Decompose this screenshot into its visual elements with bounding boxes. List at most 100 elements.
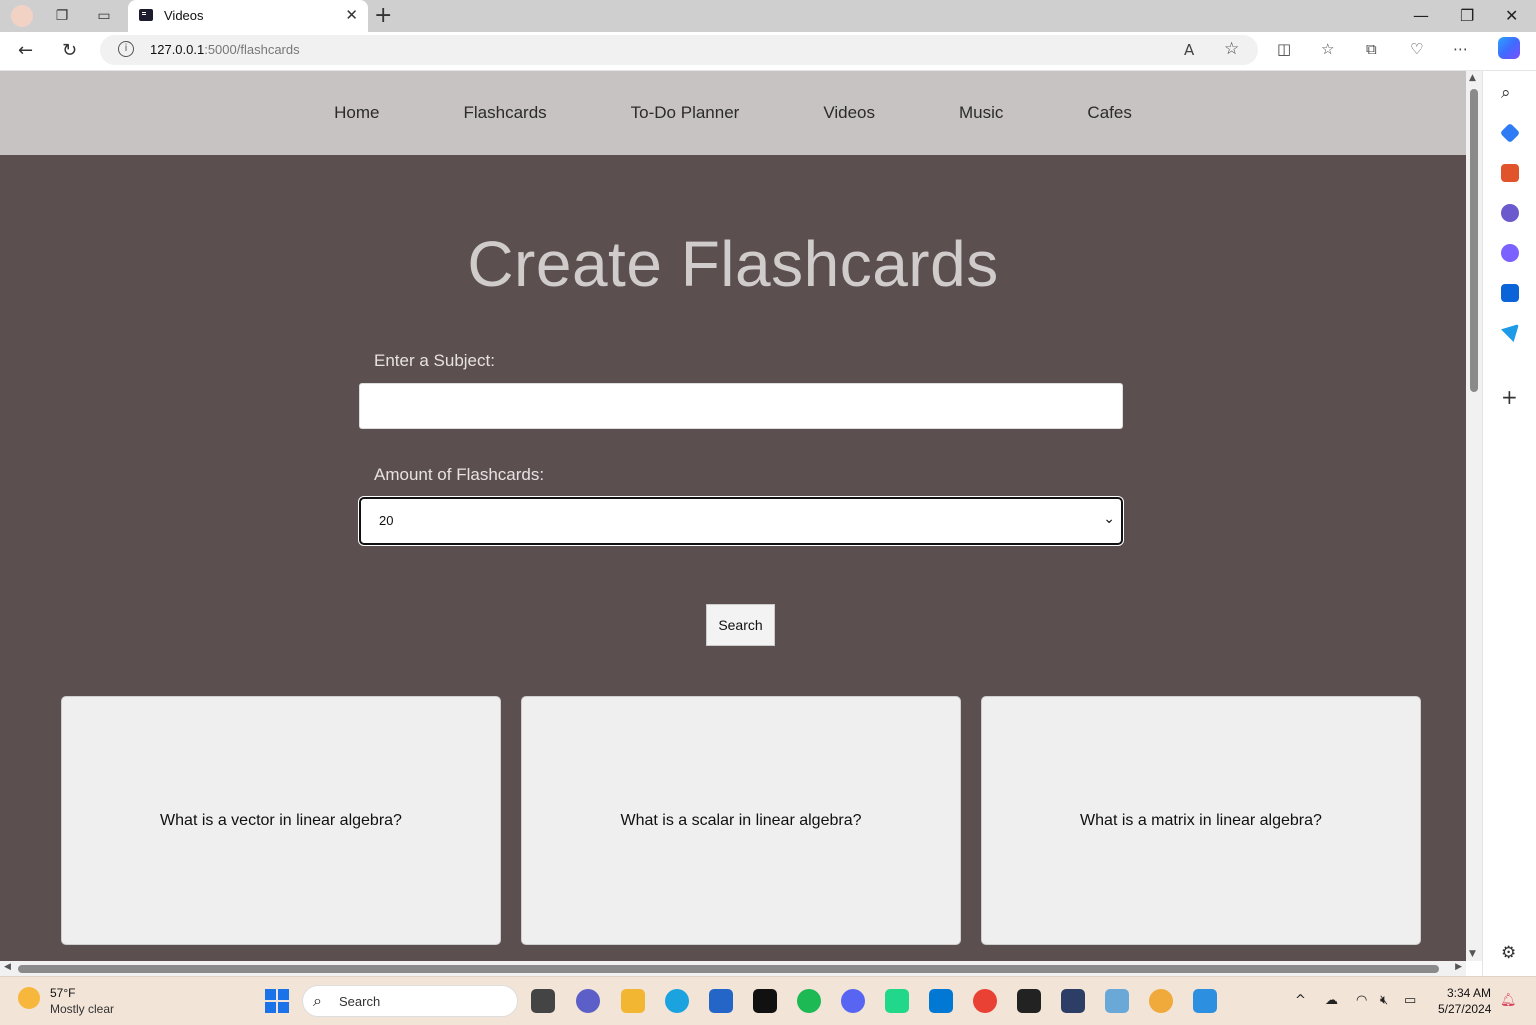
scroll-up-icon[interactable]: ▲ — [1469, 73, 1476, 83]
favorite-star-icon[interactable]: ☆ — [1224, 39, 1239, 59]
read-aloud-icon[interactable]: A — [1184, 41, 1194, 59]
collections-icon[interactable]: ⧉ — [1366, 40, 1377, 58]
tab-actions-icon[interactable]: ▭ — [93, 5, 115, 27]
site-navigation: Home Flashcards To-Do Planner Videos Mus… — [0, 71, 1466, 155]
file-explorer-icon[interactable] — [621, 989, 645, 1013]
workspaces-icon[interactable]: ❐ — [51, 5, 73, 27]
edge-sidebar: ⌕ + ⚙ — [1482, 71, 1536, 976]
pycharm-icon[interactable] — [885, 989, 909, 1013]
send-icon[interactable] — [1501, 324, 1519, 342]
amount-select[interactable]: 20 ⌄ — [358, 496, 1124, 546]
copilot-icon[interactable] — [1498, 37, 1520, 59]
nav-link-music[interactable]: Music — [917, 103, 1045, 123]
discord-icon[interactable] — [841, 989, 865, 1013]
chrome-icon[interactable] — [973, 989, 997, 1013]
clock-date[interactable]: 5/27/2024 — [1438, 1002, 1491, 1016]
url-text[interactable]: 127.0.0.1:5000/flashcards — [150, 42, 300, 57]
flashcard-question: What is a matrix in linear algebra? — [1080, 811, 1322, 829]
close-tab-icon[interactable]: ✕ — [345, 6, 358, 24]
gear-icon[interactable]: ⚙ — [1501, 943, 1519, 963]
new-tab-icon[interactable]: + — [374, 3, 392, 28]
minimize-icon[interactable]: — — [1413, 6, 1429, 25]
scroll-left-icon[interactable]: ◀ — [4, 962, 11, 972]
search-icon: ⌕ — [313, 991, 322, 1010]
nav-link-videos[interactable]: Videos — [781, 103, 917, 123]
taskbar-search[interactable]: ⌕ Search — [302, 985, 518, 1017]
remote-desktop-icon[interactable] — [1105, 989, 1129, 1013]
page-title: Create Flashcards — [467, 228, 999, 300]
clock-time[interactable]: 3:34 AM — [1447, 986, 1491, 1000]
tools-icon[interactable] — [1501, 164, 1519, 182]
weather-description[interactable]: Mostly clear — [50, 1002, 114, 1016]
horizontal-scroll-thumb[interactable] — [18, 965, 1439, 973]
flashcard-form: Enter a Subject: Amount of Flashcards: 2… — [358, 351, 1124, 546]
scroll-down-icon[interactable]: ▼ — [1469, 949, 1476, 959]
microsoft-365-icon[interactable] — [1501, 244, 1519, 262]
chrome-profile-icon[interactable] — [1149, 989, 1173, 1013]
subject-input[interactable] — [359, 383, 1123, 429]
favorites-icon[interactable]: ☆ — [1321, 40, 1334, 58]
site-info-icon[interactable]: i — [118, 41, 134, 57]
amount-label: Amount of Flashcards: — [374, 465, 545, 484]
terminal-icon[interactable] — [1017, 989, 1041, 1013]
battery-icon[interactable]: ▭ — [1404, 993, 1416, 1008]
speaker-muted-icon[interactable]: 🔇︎ — [1380, 993, 1388, 1008]
url-path: :5000/flashcards — [204, 42, 300, 57]
scroll-right-icon[interactable]: ▶ — [1455, 962, 1462, 972]
weather-icon[interactable] — [18, 987, 40, 1009]
search-button[interactable]: Search — [706, 604, 775, 646]
shopping-tag-icon[interactable] — [1499, 122, 1521, 144]
search-icon[interactable]: ⌕ — [1501, 83, 1519, 103]
back-icon[interactable]: ← — [18, 40, 33, 61]
flashcard-question: What is a scalar in linear algebra? — [620, 811, 862, 829]
chevron-down-icon: ⌄ — [1103, 511, 1115, 527]
refresh-icon[interactable]: ↻ — [62, 40, 77, 61]
windows-start-icon[interactable] — [265, 989, 289, 1013]
taskbar-search-label: Search — [339, 994, 381, 1009]
page-viewport: Home Flashcards To-Do Planner Videos Mus… — [0, 71, 1466, 961]
onedrive-icon[interactable]: ☁ — [1325, 993, 1338, 1008]
restore-icon[interactable]: ❐ — [1460, 6, 1474, 25]
close-window-icon[interactable]: ✕ — [1505, 6, 1518, 25]
vscode-icon[interactable] — [929, 989, 953, 1013]
flashcards-grid: What is a vector in linear algebra? What… — [61, 696, 1421, 945]
teams-icon[interactable] — [576, 989, 600, 1013]
spotify-icon[interactable] — [797, 989, 821, 1013]
outlook-icon[interactable] — [1501, 284, 1519, 302]
chevron-up-icon[interactable]: ^ — [1295, 993, 1306, 1008]
add-sidebar-app-icon[interactable]: + — [1501, 385, 1519, 409]
flashcard[interactable]: What is a scalar in linear algebra? — [521, 696, 961, 945]
notification-bell-icon[interactable]: 🔔︎ — [1500, 993, 1517, 1008]
address-bar[interactable]: i 127.0.0.1:5000/flashcards A ☆ — [100, 35, 1258, 65]
wifi-icon[interactable]: ◠ — [1356, 993, 1367, 1008]
task-view-icon[interactable] — [531, 989, 555, 1013]
windows-taskbar: 57°F Mostly clear ⌕ Search ^ ☁ ◠ 🔇︎ ▭ 3:… — [0, 976, 1536, 1025]
more-options-icon[interactable]: ⋯ — [1453, 40, 1468, 58]
profile-avatar-icon[interactable] — [11, 5, 33, 27]
games-icon[interactable] — [1501, 204, 1519, 222]
microsoft-store-icon[interactable] — [709, 989, 733, 1013]
browser-toolbar: ← ↻ i 127.0.0.1:5000/flashcards A ☆ ◫ ☆ … — [0, 32, 1536, 71]
horizontal-scrollbar[interactable]: ◀ ▶ — [0, 961, 1466, 976]
browser-tab-strip: ❐ ▭ Videos ✕ + — ❐ ✕ — [0, 0, 1536, 32]
nav-link-home[interactable]: Home — [292, 103, 421, 123]
subject-label: Enter a Subject: — [374, 351, 495, 370]
browser-tab-active[interactable]: Videos ✕ — [128, 0, 368, 32]
flashcard[interactable]: What is a vector in linear algebra? — [61, 696, 501, 945]
edge-icon[interactable] — [665, 989, 689, 1013]
browser-essentials-icon[interactable]: ♡ — [1410, 40, 1423, 58]
flashcard-question: What is a vector in linear algebra? — [160, 811, 402, 829]
nav-link-flashcards[interactable]: Flashcards — [422, 103, 589, 123]
photos-icon[interactable] — [1193, 989, 1217, 1013]
amount-select-value: 20 — [379, 513, 394, 528]
vertical-scrollbar[interactable]: ▲ ▼ — [1466, 71, 1482, 961]
vertical-scroll-thumb[interactable] — [1470, 89, 1478, 392]
nav-link-todo-planner[interactable]: To-Do Planner — [589, 103, 782, 123]
nav-link-cafes[interactable]: Cafes — [1045, 103, 1173, 123]
mysql-workbench-icon[interactable] — [1061, 989, 1085, 1013]
url-host: 127.0.0.1 — [150, 42, 205, 57]
netflix-icon[interactable] — [753, 989, 777, 1013]
split-screen-icon[interactable]: ◫ — [1277, 40, 1291, 58]
flashcard[interactable]: What is a matrix in linear algebra? — [981, 696, 1421, 945]
weather-temperature[interactable]: 57°F — [50, 986, 75, 1000]
